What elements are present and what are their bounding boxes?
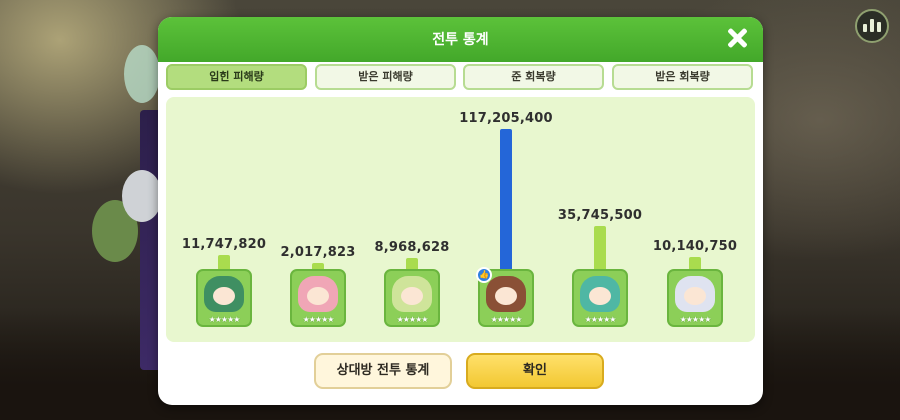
stats-bar-icon [863, 24, 867, 32]
character-portrait[interactable]: ★★★★★ [290, 269, 346, 327]
character-face [589, 287, 611, 305]
damage-bar [594, 226, 606, 269]
tab-healing-done[interactable]: 준 회복량 [463, 64, 604, 90]
tab-damage-dealt[interactable]: 입힌 피해량 [166, 64, 307, 90]
opponent-stats-button[interactable]: 상대방 전투 통계 [314, 353, 452, 389]
damage-value-label: 117,205,400 [459, 111, 553, 126]
character-portrait[interactable]: ★★★★★ [196, 269, 252, 327]
tab-healing-received[interactable]: 받은 회복량 [612, 64, 753, 90]
damage-value-label: 8,968,628 [374, 240, 450, 255]
confirm-button[interactable]: 확인 [466, 353, 604, 389]
stats-tabs: 입힌 피해량 받은 피해량 준 회복량 받은 회복량 [166, 64, 755, 92]
character-face [213, 287, 235, 305]
star-rating-icon: ★★★★★ [396, 315, 429, 324]
character-portrait[interactable]: ★★★★★ [384, 269, 440, 327]
star-rating-icon: ★★★★★ [679, 315, 712, 324]
character-portrait[interactable]: ★★★★★ 👍 [476, 267, 534, 327]
stats-chart-button[interactable] [855, 9, 889, 43]
tab-damage-taken[interactable]: 받은 피해량 [315, 64, 456, 90]
close-icon[interactable] [725, 26, 749, 50]
character-face [401, 287, 423, 305]
stats-bar-icon [877, 22, 881, 32]
character-face [307, 287, 329, 305]
star-rating-icon: ★★★★★ [302, 315, 335, 324]
damage-bar-chart: 11,747,820 ★★★★★ 2,017,823 ★★★★★ 8,968,628 ★★… [166, 97, 755, 342]
background-character [124, 45, 160, 103]
damage-bar [500, 129, 512, 269]
character-portrait[interactable]: ★★★★★ [667, 269, 723, 327]
battle-stats-dialog: 전투 통계 입힌 피해량 받은 피해량 준 회복량 받은 회복량 11,747,… [158, 17, 763, 405]
character-face [495, 287, 517, 305]
damage-value-label: 10,140,750 [652, 239, 738, 254]
character-portrait[interactable]: ★★★★★ [572, 269, 628, 327]
character-face [684, 287, 706, 305]
star-rating-icon: ★★★★★ [490, 315, 523, 324]
thumbs-up-icon: 👍 [476, 267, 492, 283]
damage-bar [689, 257, 701, 269]
damage-bar [218, 255, 230, 269]
star-rating-icon: ★★★★★ [208, 315, 241, 324]
dialog-title: 전투 통계 [432, 32, 489, 48]
background-character [122, 170, 162, 222]
damage-value-label: 35,745,500 [557, 208, 643, 223]
star-rating-icon: ★★★★★ [584, 315, 617, 324]
dialog-header: 전투 통계 [158, 17, 763, 62]
damage-bar [406, 258, 418, 269]
stats-bar-icon [870, 19, 874, 32]
